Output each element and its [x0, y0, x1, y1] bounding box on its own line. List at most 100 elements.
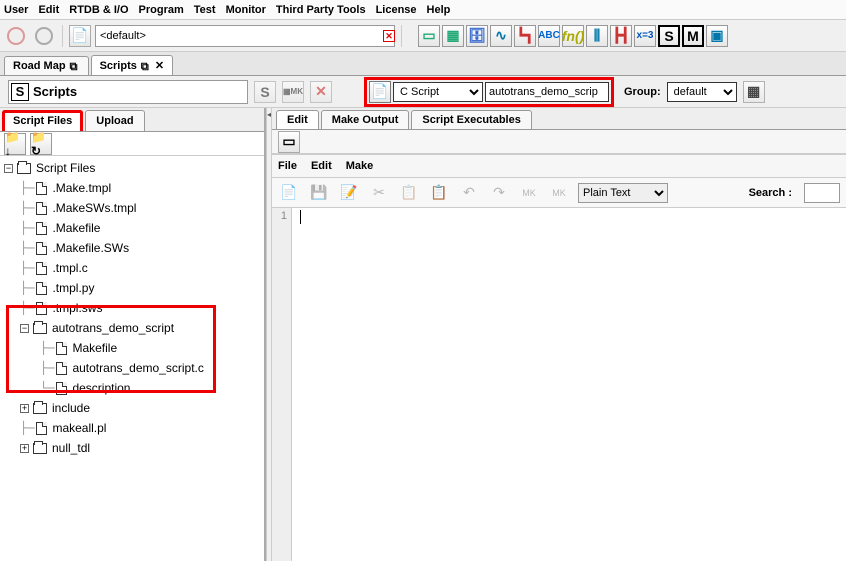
file-tree[interactable]: − Script Files ├─.Make.tmpl ├─.MakeSWs.t… [0, 156, 264, 561]
menu-rtdb[interactable]: RTDB & I/O [69, 4, 128, 16]
file-icon [36, 262, 47, 275]
tree-folder-autotrans[interactable]: −autotrans_demo_script [4, 318, 260, 338]
document-tabs: Road Map ⧉ Scripts ⧉ ✕ [0, 52, 846, 76]
new-script-icon[interactable]: 📄 [369, 81, 391, 103]
tree-item[interactable]: ├─.MakeSWs.tmpl [4, 198, 260, 218]
tool-table-icon[interactable]: ▦ [442, 25, 464, 47]
separator [401, 25, 402, 47]
tool-wave-icon[interactable]: ∿ [490, 25, 512, 47]
cut-icon[interactable]: ✂ [368, 182, 390, 204]
rtab-edit[interactable]: Edit [276, 110, 319, 129]
file-icon [36, 282, 47, 295]
menu-monitor[interactable]: Monitor [226, 4, 266, 16]
group-select[interactable]: default [667, 82, 737, 102]
popout-icon[interactable]: ⧉ [141, 61, 151, 71]
tab-script-files[interactable]: Script Files [2, 110, 83, 131]
tool-s-icon[interactable]: S [658, 25, 680, 47]
tool-net-icon[interactable]: ┗┓ [514, 25, 536, 47]
search-input[interactable] [804, 183, 840, 203]
left-panel: Script Files Upload 📁↓ 📁↻ − Script Files… [0, 108, 266, 561]
tool-fn-icon[interactable]: fn() [562, 25, 584, 47]
script-tool-s-icon[interactable]: S [254, 81, 276, 103]
tree-root-label: Script Files [36, 161, 95, 175]
undo-icon[interactable]: ↶ [458, 182, 480, 204]
tree-folder[interactable]: +null_tdl [4, 438, 260, 458]
tree-root[interactable]: − Script Files [4, 158, 260, 178]
editor-menu-make[interactable]: Make [346, 160, 374, 172]
edit-icon[interactable]: 📝 [338, 182, 360, 204]
refresh-button[interactable] [32, 24, 56, 48]
tool-net2-icon[interactable]: ┣┫ [610, 25, 632, 47]
make2-icon[interactable]: MK [548, 182, 570, 204]
code-editor[interactable] [292, 208, 846, 561]
file-icon [36, 202, 47, 215]
tree-item[interactable]: ├─.tmpl.sws [4, 298, 260, 318]
tree-item[interactable]: ├─autotrans_demo_script.c [4, 358, 260, 378]
collapse-icon[interactable]: − [20, 324, 29, 333]
menu-program[interactable]: Program [139, 4, 184, 16]
expand-icon[interactable]: + [20, 444, 29, 453]
tree-folder[interactable]: +include [4, 398, 260, 418]
script-tool-mk-icon[interactable]: ▦MK [282, 81, 304, 103]
menu-help[interactable]: Help [427, 4, 451, 16]
script-name-input[interactable] [485, 82, 609, 102]
tree-item[interactable]: ├─.Make.tmpl [4, 178, 260, 198]
folder-icon [17, 163, 31, 174]
popout-icon[interactable]: ⧉ [70, 61, 80, 71]
tool-x3-icon[interactable]: x=3 [634, 25, 656, 47]
main-toolbar: 📄 ✕ ▭ ▦ 🗄 ∿ ┗┓ ABC fn() ⫼ ┣┫ x=3 S M ▣ [0, 20, 846, 52]
tree-item[interactable]: ├─.Makefile.SWs [4, 238, 260, 258]
group-config-icon[interactable]: ▦ [743, 81, 765, 103]
tree-item[interactable]: ├─.tmpl.c [4, 258, 260, 278]
menu-user[interactable]: User [4, 4, 28, 16]
redo-icon[interactable]: ↷ [488, 182, 510, 204]
clear-default-icon[interactable]: ✕ [383, 30, 395, 42]
editor-menubar2: File Edit Make [272, 154, 846, 178]
group-label: Group: [624, 86, 661, 98]
language-select[interactable]: Plain Text [578, 183, 668, 203]
save-icon[interactable]: 💾 [308, 182, 330, 204]
rtab-makeoutput[interactable]: Make Output [321, 110, 410, 129]
tool-m-icon[interactable]: M [682, 25, 704, 47]
tab-scripts[interactable]: Scripts ⧉ ✕ [91, 55, 174, 75]
left-toolbar: 📁↓ 📁↻ [0, 132, 264, 156]
tab-upload[interactable]: Upload [85, 110, 144, 131]
make-icon[interactable]: MK [518, 182, 540, 204]
tree-item[interactable]: ├─.tmpl.py [4, 278, 260, 298]
tab-roadmap[interactable]: Road Map ⧉ [4, 56, 89, 75]
tool-abc-icon[interactable]: ABC [538, 25, 560, 47]
tree-item[interactable]: ├─.Makefile [4, 218, 260, 238]
script-tool-del-icon[interactable]: ✕ [310, 81, 332, 103]
menu-license[interactable]: License [376, 4, 417, 16]
tool-db-icon[interactable]: 🗄 [466, 25, 488, 47]
tab-scripts-label: Scripts [100, 60, 137, 72]
text-cursor [300, 210, 301, 224]
copy-icon[interactable]: 📋 [398, 182, 420, 204]
editor-menu-edit[interactable]: Edit [311, 160, 332, 172]
add-folder-icon[interactable]: 📁↓ [4, 133, 26, 155]
menu-edit[interactable]: Edit [38, 4, 59, 16]
page-icon[interactable]: 📄 [69, 25, 91, 47]
close-icon[interactable]: ✕ [155, 59, 164, 72]
folder-icon [33, 443, 47, 454]
default-combo[interactable] [95, 25, 395, 47]
new-file-icon[interactable]: 📄 [278, 182, 300, 204]
editor-window-icon[interactable]: ▭ [278, 131, 300, 153]
expand-icon[interactable]: + [20, 404, 29, 413]
refresh-tree-icon[interactable]: 📁↻ [30, 133, 52, 155]
editor-toolbar: 📄 💾 📝 ✂ 📋 📋 ↶ ↷ MK MK Plain Text Search … [272, 178, 846, 208]
collapse-icon[interactable]: − [4, 164, 13, 173]
rtab-executables[interactable]: Script Executables [411, 110, 531, 129]
editor-menu-file[interactable]: File [278, 160, 297, 172]
stop-button[interactable] [4, 24, 28, 48]
menu-test[interactable]: Test [194, 4, 216, 16]
tree-item[interactable]: └─description [4, 378, 260, 398]
tool-monitor-icon[interactable]: ▭ [418, 25, 440, 47]
tree-item[interactable]: ├─Makefile [4, 338, 260, 358]
tool-bars-icon[interactable]: ⫼ [586, 25, 608, 47]
tool-chip-icon[interactable]: ▣ [706, 25, 728, 47]
paste-icon[interactable]: 📋 [428, 182, 450, 204]
menu-thirdparty[interactable]: Third Party Tools [276, 4, 366, 16]
tree-item[interactable]: ├─makeall.pl [4, 418, 260, 438]
script-type-select[interactable]: C Script [393, 82, 483, 102]
